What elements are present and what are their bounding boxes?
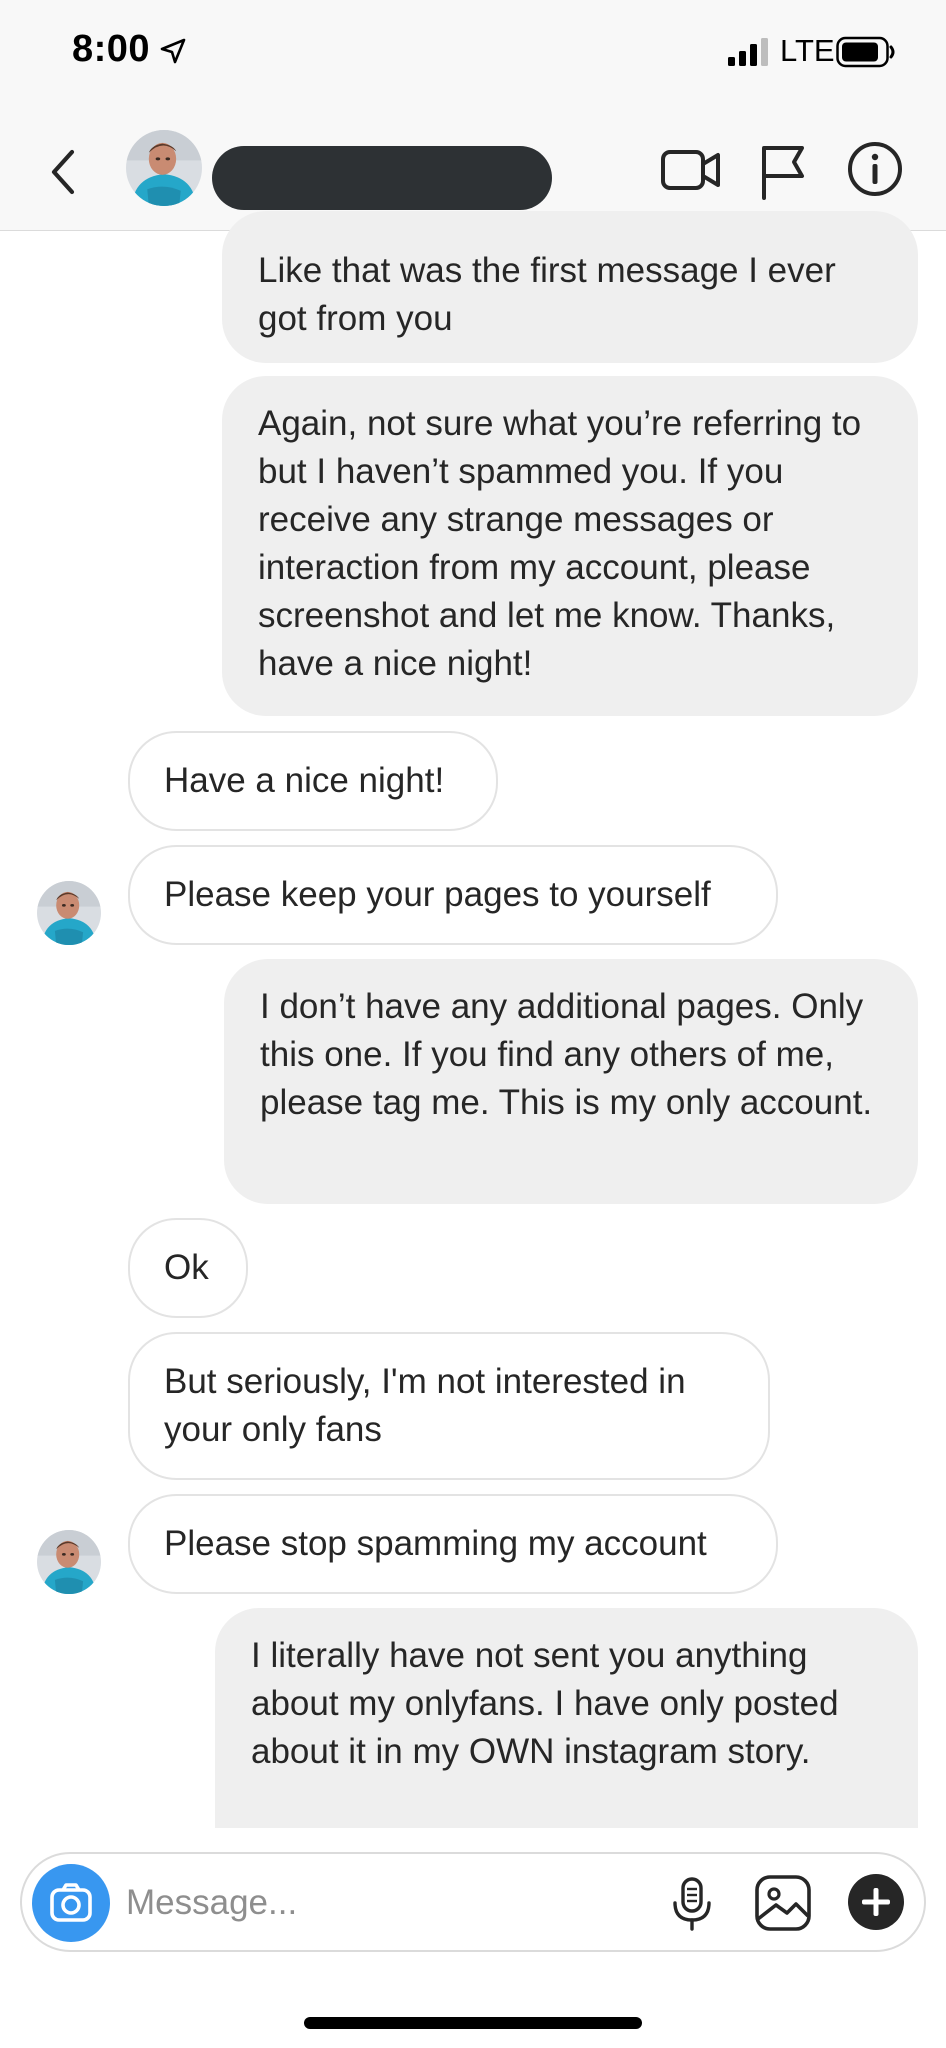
message-composer	[20, 1852, 926, 1952]
status-time: 8:00	[72, 28, 151, 70]
message-text: I literally have not sent you anything a…	[251, 1636, 839, 1771]
message-text: Again, not sure what you’re referring to…	[258, 404, 862, 683]
battery-icon	[836, 36, 895, 68]
microphone-icon[interactable]	[670, 1876, 714, 1932]
flag-icon[interactable]	[758, 142, 808, 200]
message-bubble-outgoing[interactable]: I literally have not sent you anything a…	[215, 1608, 918, 1828]
gallery-icon[interactable]	[754, 1874, 812, 1932]
message-text: Ok	[164, 1248, 209, 1287]
message-text: But seriously, I'm not interested in you…	[164, 1362, 686, 1449]
message-thread: Like that was the first message I ever g…	[0, 211, 946, 1831]
message-text: Like that was the first message I ever g…	[258, 251, 836, 338]
camera-icon	[50, 1883, 92, 1922]
message-bubble-incoming[interactable]: Please keep your pages to yourself	[128, 845, 778, 945]
camera-button[interactable]	[32, 1864, 110, 1942]
video-camera-icon[interactable]	[660, 144, 722, 196]
message-input[interactable]	[126, 1878, 566, 1928]
message-bubble-incoming[interactable]: But seriously, I'm not interested in you…	[128, 1332, 770, 1480]
info-icon[interactable]	[846, 140, 904, 198]
avatar[interactable]	[126, 130, 202, 206]
back-button[interactable]	[40, 142, 90, 202]
home-indicator[interactable]	[304, 2017, 642, 2029]
message-bubble-outgoing[interactable]: Like that was the first message I ever g…	[222, 211, 918, 363]
status-bar: 8:00 LTE	[0, 0, 946, 108]
location-arrow-icon	[160, 38, 186, 64]
message-bubble-outgoing[interactable]: Again, not sure what you’re referring to…	[222, 376, 918, 716]
sender-avatar[interactable]	[37, 881, 101, 945]
message-bubble-outgoing[interactable]: I don’t have any additional pages. Only …	[224, 959, 918, 1204]
message-bubble-incoming[interactable]: Ok	[128, 1218, 248, 1318]
redacted-username	[212, 146, 552, 210]
message-bubble-incoming[interactable]: Please stop spamming my account	[128, 1494, 778, 1594]
message-text: Please stop spamming my account	[164, 1524, 707, 1563]
message-text: I don’t have any additional pages. Only …	[260, 987, 873, 1122]
message-text: Have a nice night!	[164, 761, 445, 800]
network-label: LTE	[780, 33, 835, 68]
message-bubble-incoming[interactable]: Have a nice night!	[128, 731, 498, 831]
signal-icon	[728, 38, 768, 66]
message-text: Please keep your pages to yourself	[164, 875, 711, 914]
sender-avatar[interactable]	[37, 1530, 101, 1594]
plus-icon[interactable]	[846, 1872, 906, 1932]
